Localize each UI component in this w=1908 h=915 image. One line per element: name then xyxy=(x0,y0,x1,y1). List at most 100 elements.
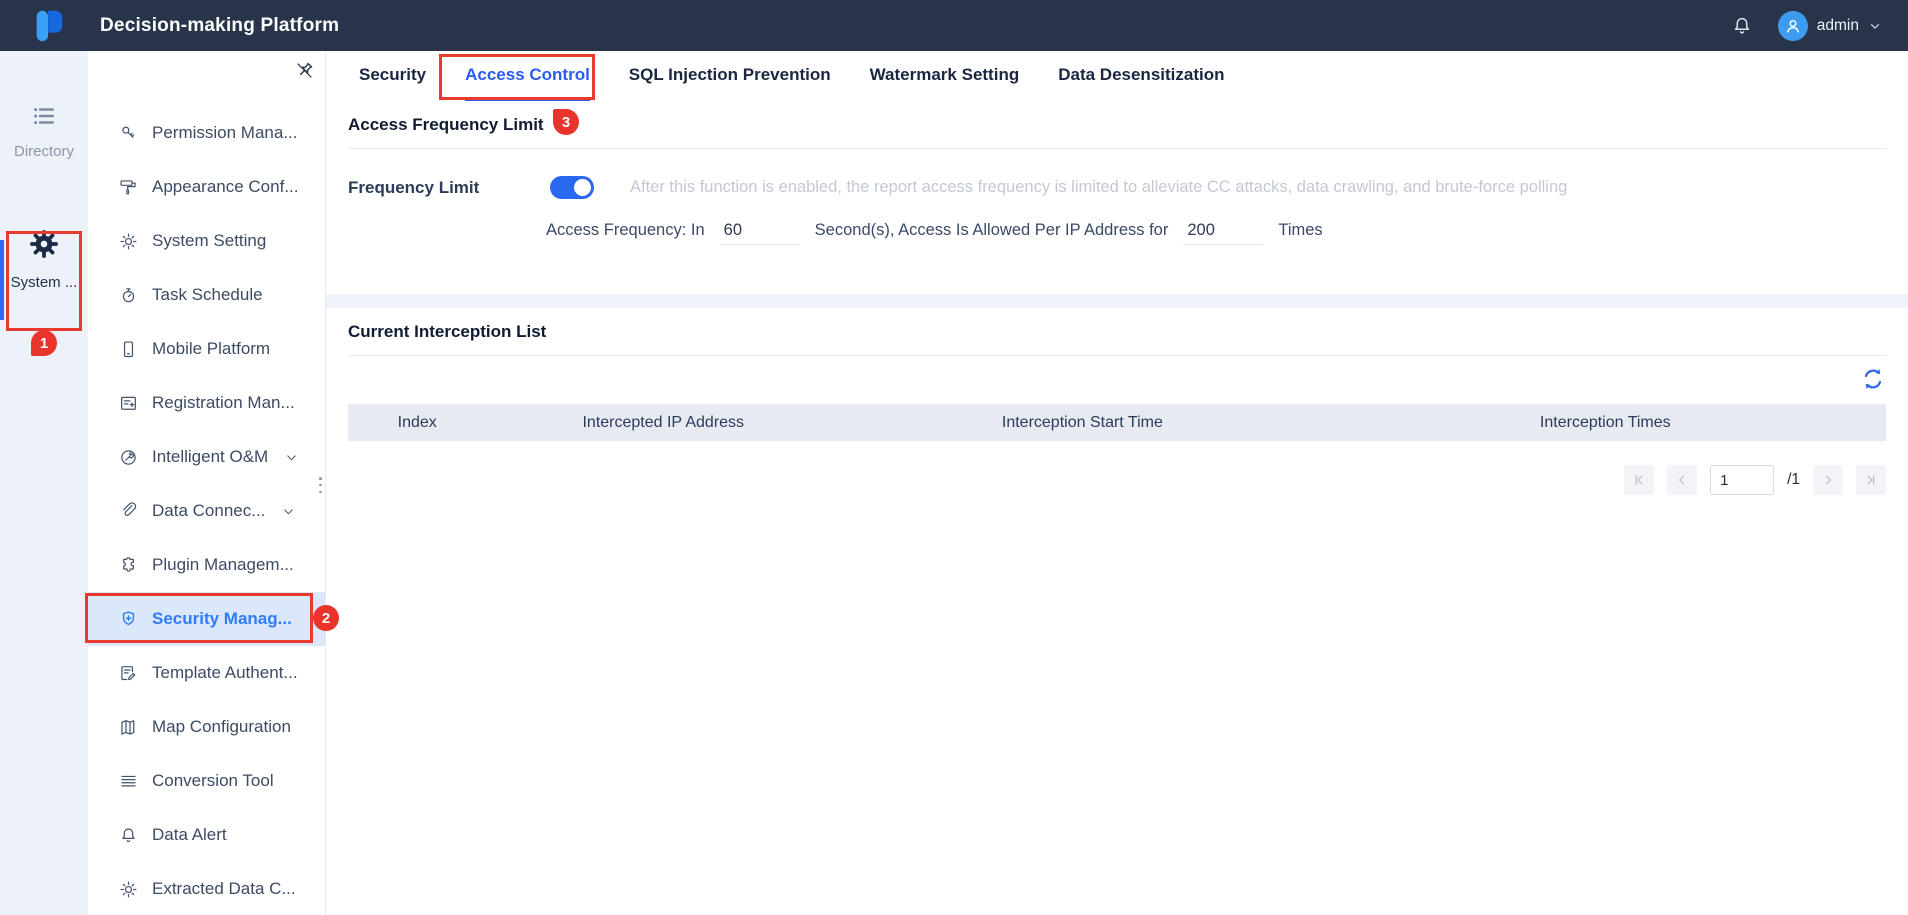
stacked-lines-icon xyxy=(118,771,139,792)
paint-roller-icon xyxy=(118,177,139,198)
sidebar-item-label: Registration Man... xyxy=(152,393,295,413)
divider xyxy=(348,148,1886,149)
rule-suffix-text: Times xyxy=(1278,221,1322,240)
times-input[interactable] xyxy=(1183,219,1263,245)
unpin-icon[interactable] xyxy=(293,59,316,82)
chevron-down-icon xyxy=(285,451,298,464)
app-title: Decision-making Platform xyxy=(100,15,339,37)
sidebar-item-label: Security Manag... xyxy=(152,609,292,629)
frequency-limit-toggle[interactable] xyxy=(550,176,594,199)
frequency-limit-label: Frequency Limit xyxy=(348,178,550,198)
section-separator xyxy=(326,294,1908,308)
tab-sql-injection-prevention[interactable]: SQL Injection Prevention xyxy=(629,51,831,101)
rail-item-directory[interactable]: Directory xyxy=(0,103,88,160)
sidebar-item-label: Appearance Conf... xyxy=(152,177,298,197)
user-menu[interactable]: admin xyxy=(1778,11,1882,41)
frequency-limit-row: Frequency Limit After this function is e… xyxy=(348,176,1886,199)
rule-middle-text: Second(s), Access Is Allowed Per IP Addr… xyxy=(815,221,1169,240)
security-tabs: Security Access Control SQL Injection Pr… xyxy=(326,51,1908,101)
gear-outline-icon xyxy=(118,231,139,252)
settings-menu: Permission Mana... Appearance Conf... Sy… xyxy=(88,106,325,915)
key-icon xyxy=(118,123,139,144)
sidebar-item-label: Task Schedule xyxy=(152,285,263,305)
sidebar-item-mobile-platform[interactable]: Mobile Platform xyxy=(88,322,325,376)
column-header-times: Interception Times xyxy=(1325,414,1886,432)
sidebar-item-permission-management[interactable]: Permission Mana... xyxy=(88,106,325,160)
gear-outline-icon xyxy=(118,879,139,900)
column-header-index: Index xyxy=(348,414,486,432)
stopwatch-icon xyxy=(118,285,139,306)
gear-icon xyxy=(28,228,60,260)
wrench-circle-icon xyxy=(118,447,139,468)
total-pages-label: /1 xyxy=(1787,471,1800,489)
settings-sidebar: Permission Mana... Appearance Conf... Sy… xyxy=(88,51,326,915)
sidebar-item-label: Mobile Platform xyxy=(152,339,270,359)
sidebar-item-template-authentication[interactable]: Template Authent... xyxy=(88,646,325,700)
table-toolbar xyxy=(348,366,1886,392)
sidebar-item-data-alert[interactable]: Data Alert xyxy=(88,808,325,862)
chevron-down-icon xyxy=(1868,19,1882,33)
frequency-help-text: After this function is enabled, the repo… xyxy=(630,178,1567,197)
rail-item-label: System ... xyxy=(0,274,88,291)
divider xyxy=(348,355,1886,356)
document-edit-icon xyxy=(118,663,139,684)
puzzle-piece-icon xyxy=(118,555,139,576)
access-frequency-section: Access Frequency Limit Frequency Limit A… xyxy=(326,101,1908,245)
sidebar-item-label: Plugin Managem... xyxy=(152,555,294,575)
pagination: /1 xyxy=(348,465,1886,495)
rail-item-label: Directory xyxy=(0,143,88,160)
rail-item-system[interactable]: System ... xyxy=(0,228,88,291)
top-bar: Decision-making Platform admin xyxy=(0,0,1908,51)
main-content: Security Access Control SQL Injection Pr… xyxy=(326,51,1908,915)
page-number-input[interactable] xyxy=(1710,465,1774,495)
rule-prefix-text: Access Frequency: In xyxy=(546,221,705,240)
first-page-button[interactable] xyxy=(1624,465,1654,495)
sidebar-item-extracted-data[interactable]: Extracted Data C... xyxy=(88,862,325,915)
sidebar-item-label: Intelligent O&M xyxy=(152,447,268,467)
section-title: Access Frequency Limit xyxy=(348,115,1886,135)
topbar-right: admin xyxy=(1730,11,1882,41)
person-icon xyxy=(1783,16,1803,36)
app-window: Decision-making Platform admin xyxy=(0,0,1908,915)
sidebar-item-system-setting[interactable]: System Setting xyxy=(88,214,325,268)
sidebar-item-label: Permission Mana... xyxy=(152,123,298,143)
previous-page-button[interactable] xyxy=(1667,465,1697,495)
sidebar-item-conversion-tool[interactable]: Conversion Tool xyxy=(88,754,325,808)
sidebar-item-map-configuration[interactable]: Map Configuration xyxy=(88,700,325,754)
column-header-start-time: Interception Start Time xyxy=(840,414,1324,432)
sidebar-item-label: Map Configuration xyxy=(152,717,291,737)
sidebar-item-security-management[interactable]: Security Manag... xyxy=(88,592,325,646)
sidebar-item-label: Data Connec... xyxy=(152,501,265,521)
username: admin xyxy=(1817,17,1859,35)
directory-list-icon xyxy=(30,103,58,129)
refresh-icon[interactable] xyxy=(1860,366,1886,392)
sidebar-item-data-connection[interactable]: Data Connec... xyxy=(88,484,325,538)
sidebar-item-label: Extracted Data C... xyxy=(152,879,296,899)
active-rail-indicator xyxy=(0,240,4,320)
tab-security[interactable]: Security xyxy=(359,51,426,101)
tab-watermark-setting[interactable]: Watermark Setting xyxy=(870,51,1020,101)
next-page-button[interactable] xyxy=(1813,465,1843,495)
notification-bell-icon[interactable] xyxy=(1730,14,1754,38)
sidebar-item-task-schedule[interactable]: Task Schedule xyxy=(88,268,325,322)
sidebar-item-label: System Setting xyxy=(152,231,266,251)
sidebar-item-appearance-configuration[interactable]: Appearance Conf... xyxy=(88,160,325,214)
last-page-button[interactable] xyxy=(1856,465,1886,495)
mobile-phone-icon xyxy=(118,339,139,360)
registration-form-icon xyxy=(118,393,139,414)
tab-access-control[interactable]: Access Control xyxy=(465,51,590,101)
seconds-input[interactable] xyxy=(720,219,800,245)
shield-plus-icon xyxy=(118,609,139,630)
frequency-rule-row: Access Frequency: In Second(s), Access I… xyxy=(348,219,1886,245)
toggle-knob xyxy=(574,179,591,196)
sidebar-item-label: Conversion Tool xyxy=(152,771,274,791)
bell-outline-icon xyxy=(118,825,139,846)
interception-list-section: Current Interception List xyxy=(326,308,1908,495)
interception-table-header: Index Intercepted IP Address Interceptio… xyxy=(348,404,1886,441)
sidebar-item-intelligent-om[interactable]: Intelligent O&M xyxy=(88,430,325,484)
platform-logo-icon xyxy=(30,7,68,45)
column-header-ip: Intercepted IP Address xyxy=(486,414,840,432)
tab-data-desensitization[interactable]: Data Desensitization xyxy=(1058,51,1224,101)
sidebar-item-registration-management[interactable]: Registration Man... xyxy=(88,376,325,430)
sidebar-item-plugin-management[interactable]: Plugin Managem... xyxy=(88,538,325,592)
